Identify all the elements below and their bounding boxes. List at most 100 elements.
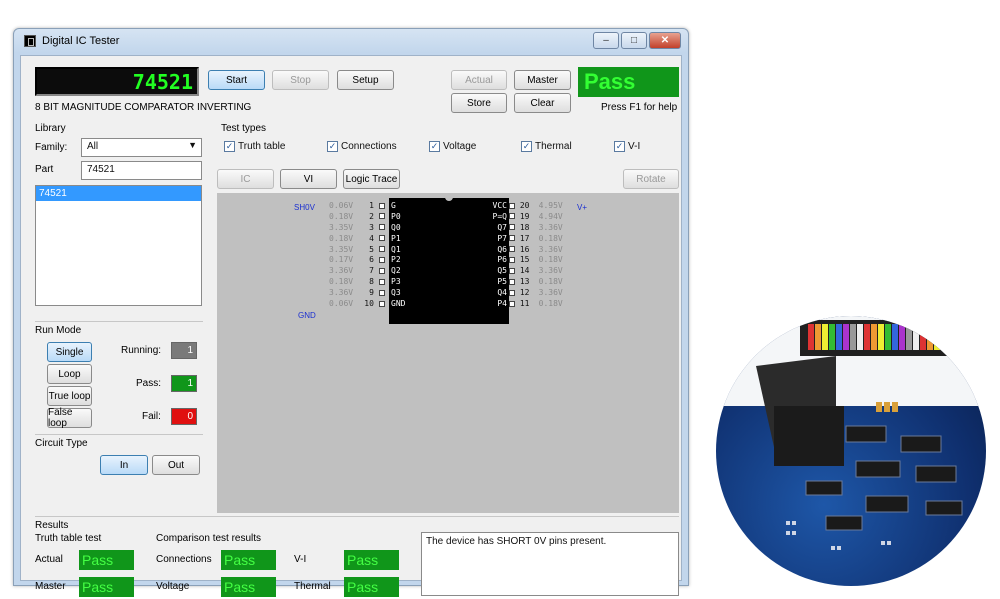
ic-view: SH0V GND V+ 0.06V 1 0.18V 2 3.35V 3 0.18…: [217, 193, 679, 513]
thermal-label: Thermal: [294, 581, 331, 592]
left-pin-column: 0.06V 1 0.18V 2 3.35V 3 0.18V 4 3.35V 5 …: [329, 201, 397, 310]
left-pin-row: 0.18V 8: [329, 277, 397, 288]
right-pin-column: 20 4.95V 19 4.94V 18 3.36V 17 0.18V 16 3…: [509, 201, 579, 310]
left-pin-row: 3.36V 9: [329, 288, 397, 299]
pin-name: Q3: [391, 288, 401, 298]
family-select[interactable]: All ▼: [81, 138, 202, 157]
check-voltage[interactable]: ✓ Voltage: [429, 141, 476, 152]
check-connections[interactable]: ✓ Connections: [327, 141, 397, 152]
right-pin-row: 16 3.36V: [509, 245, 579, 256]
truth-table-test-heading: Truth table test: [35, 533, 102, 544]
pin-icon: [509, 202, 515, 209]
chip-notch: [445, 196, 453, 201]
checkbox-icon: ✓: [327, 141, 338, 152]
clear-button[interactable]: Clear: [514, 93, 571, 113]
pass-label: Pass:: [136, 378, 162, 389]
pin-icon: [509, 213, 515, 220]
loop-button[interactable]: Loop: [47, 364, 92, 384]
pin-name: P6: [497, 255, 507, 265]
pin-icon: [509, 256, 515, 263]
part-list[interactable]: 74521: [35, 185, 202, 306]
vi-result: Pass: [344, 550, 399, 570]
fail-label: Fail:: [142, 411, 161, 422]
pin-voltage: 3.35V: [329, 222, 354, 232]
ic-description: 8 BIT MAGNITUDE COMPARATOR INVERTING: [35, 102, 252, 113]
pin-name: P0: [391, 211, 401, 221]
single-button[interactable]: Single: [47, 342, 92, 362]
voltage-label: Voltage: [156, 581, 190, 592]
right-pin-names: VCC P=Q Q7 P7 Q6 P6 Q5 P5 Q4 P4: [457, 201, 507, 310]
actual-label: Actual: [35, 554, 63, 565]
voltage-result: Pass: [221, 577, 276, 597]
family-value: All: [87, 141, 99, 152]
family-label: Family:: [35, 142, 68, 153]
message-box: The device has SHORT 0V pins present.: [421, 532, 679, 596]
short-0v-label: SH0V: [294, 203, 315, 212]
pin-voltage: 0.18V: [538, 277, 563, 287]
pin-icon: [378, 202, 385, 209]
thermal-result: Pass: [344, 577, 399, 597]
pin-voltage: 3.36V: [329, 288, 354, 298]
pin-voltage: 3.36V: [538, 222, 563, 232]
pin-name: P5: [497, 277, 507, 287]
check-truth-table[interactable]: ✓ Truth table: [224, 141, 285, 152]
left-pin-row: 0.06V 10: [329, 299, 397, 310]
pin-number: 10: [364, 299, 374, 309]
false-loop-button[interactable]: False loop: [47, 407, 92, 429]
comparison-results-heading: Comparison test results: [156, 533, 262, 544]
circuit-type-divider: [35, 434, 203, 435]
check-vi[interactable]: ✓ V-I: [614, 141, 640, 152]
pin-icon: [378, 246, 385, 253]
title-bar[interactable]: Digital IC Tester – □ ✕: [14, 29, 688, 53]
tab-ic[interactable]: IC: [217, 169, 274, 189]
left-pin-row: 0.18V 2: [329, 212, 397, 223]
pin-number: 1: [369, 201, 374, 210]
start-button[interactable]: Start: [208, 70, 265, 90]
master-button[interactable]: Master: [514, 70, 571, 90]
circuit-out-button[interactable]: Out: [152, 455, 200, 475]
test-types-heading: Test types: [221, 123, 267, 134]
stop-button[interactable]: Stop: [272, 70, 329, 90]
pin-voltage: 0.18V: [329, 233, 354, 243]
circuit-in-button[interactable]: In: [100, 455, 148, 475]
list-item[interactable]: 74521: [36, 186, 201, 201]
pin-number: 20: [519, 201, 530, 210]
pin-number: 13: [519, 277, 530, 287]
pin-icon: [509, 300, 515, 307]
pin-name: P=Q: [492, 211, 507, 221]
check-thermal[interactable]: ✓ Thermal: [521, 141, 572, 152]
true-loop-button[interactable]: True loop: [47, 386, 92, 406]
pin-name: P4: [497, 299, 507, 309]
right-pin-row: 14 3.36V: [509, 266, 579, 277]
store-button[interactable]: Store: [451, 93, 507, 113]
pin-number: 8: [369, 277, 374, 287]
close-button[interactable]: ✕: [649, 32, 681, 49]
checkbox-icon: ✓: [224, 141, 235, 152]
pin-voltage: 0.18V: [329, 211, 354, 221]
help-hint: Press F1 for help: [601, 102, 678, 113]
right-pin-row: 11 0.18V: [509, 299, 579, 310]
left-pin-row: 3.36V 7: [329, 266, 397, 277]
rotate-button[interactable]: Rotate: [623, 169, 679, 189]
pin-voltage: 3.36V: [538, 244, 563, 254]
pin-name: Q7: [497, 222, 507, 232]
actual-button[interactable]: Actual: [451, 70, 507, 90]
pin-number: 18: [519, 222, 530, 232]
pin-name: VCC: [492, 201, 507, 210]
gnd-pin-label: GND: [298, 311, 316, 320]
pin-name: Q5: [497, 266, 507, 276]
right-pin-row: 20 4.95V: [509, 201, 579, 212]
maximize-button[interactable]: □: [621, 32, 647, 49]
pin-icon: [509, 246, 515, 253]
tab-vi[interactable]: VI: [280, 169, 337, 189]
ic-number-display: 74521: [35, 67, 199, 96]
minimize-button[interactable]: –: [593, 32, 619, 49]
pin-number: 6: [369, 255, 374, 265]
pin-name: Q6: [497, 244, 507, 254]
setup-button[interactable]: Setup: [337, 70, 394, 90]
tab-logic-trace[interactable]: Logic Trace: [343, 169, 400, 189]
part-input[interactable]: 74521: [81, 161, 202, 180]
running-label: Running:: [121, 345, 162, 356]
right-pin-row: 17 0.18V: [509, 234, 579, 245]
pin-voltage: 0.06V: [329, 201, 354, 210]
